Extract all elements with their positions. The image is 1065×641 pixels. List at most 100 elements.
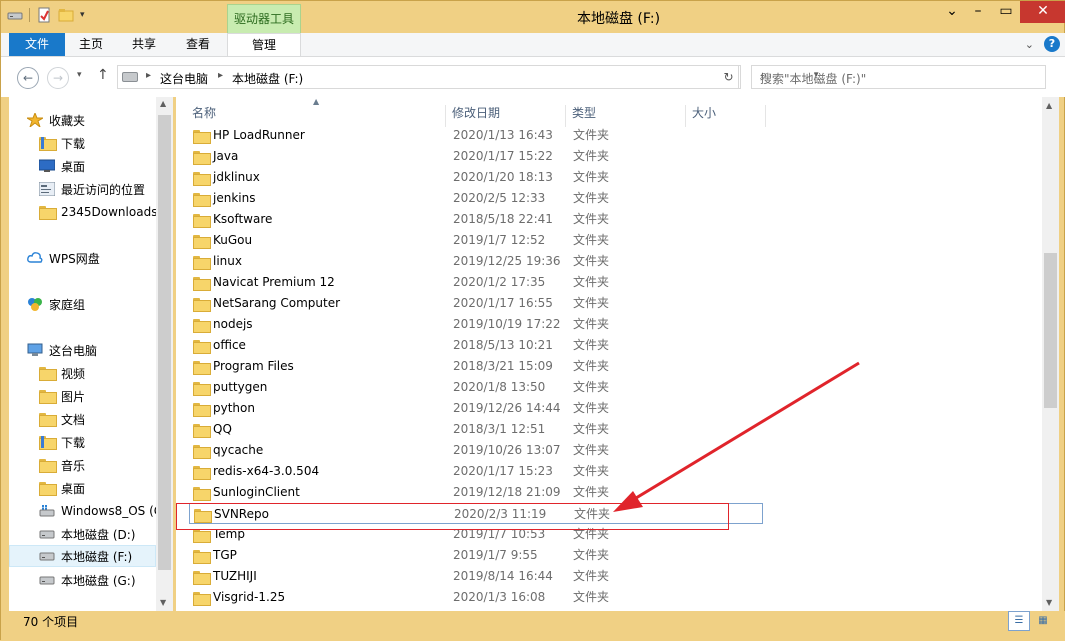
scroll-down-icon[interactable]: ▼ — [160, 598, 166, 607]
file-date: 2019/1/7 12:52 — [453, 233, 546, 247]
file-type: 文件夹 — [573, 464, 610, 478]
table-row[interactable]: Java 2020/1/17 15:22 文件夹 — [189, 146, 763, 167]
desktop-icon — [38, 159, 56, 173]
scroll-down-icon[interactable]: ▼ — [1046, 598, 1052, 607]
nav-scrollbar[interactable]: ▲ ▼ — [156, 97, 173, 611]
nav-item-music[interactable]: 音乐 — [39, 454, 173, 476]
breadcrumb-separator-icon[interactable]: ▸ — [218, 70, 223, 81]
drive-icon — [39, 549, 55, 563]
search-input[interactable]: 搜索"本地磁盘 (F:)" ⌕ — [751, 65, 1046, 89]
column-header-name[interactable]: 名称 — [186, 105, 446, 127]
table-row[interactable]: QQ 2018/3/1 12:51 文件夹 — [189, 419, 763, 440]
nav-item-favorites[interactable]: 收藏夹 — [25, 109, 173, 131]
column-header-date[interactable]: 修改日期 — [446, 105, 566, 127]
close-button[interactable]: ✕ — [1020, 1, 1065, 23]
nav-item-desktop[interactable]: 桌面 — [38, 155, 173, 177]
recent-locations-icon[interactable]: ▾ — [77, 70, 82, 80]
table-row[interactable]: python 2019/12/26 14:44 文件夹 — [189, 398, 763, 419]
back-button[interactable]: ← — [17, 67, 39, 89]
table-row[interactable]: KuGou 2019/1/7 12:52 文件夹 — [189, 230, 763, 251]
tab-view[interactable]: 查看 — [171, 33, 225, 56]
nav-item-documents[interactable]: 文档 — [39, 408, 173, 430]
file-type: 文件夹 — [573, 359, 610, 373]
table-row[interactable]: Ksoftware 2018/5/18 22:41 文件夹 — [189, 209, 763, 230]
status-bar: 70 个项目 ☰ ▦ — [1, 611, 1065, 641]
table-row[interactable]: TUZHIJI 2019/8/14 16:44 文件夹 — [189, 566, 763, 587]
file-type: 文件夹 — [573, 170, 610, 184]
nav-scroll-thumb[interactable] — [158, 115, 171, 570]
file-type: 文件夹 — [573, 317, 610, 331]
nav-item-downloads-pc[interactable]: 下载 — [39, 431, 173, 453]
nav-item-drive-g[interactable]: 本地磁盘 (G:) — [39, 569, 173, 591]
file-name: jenkins — [213, 191, 256, 205]
file-list-scroll-thumb[interactable] — [1044, 253, 1057, 408]
nav-item-recent[interactable]: 最近访问的位置 — [38, 178, 173, 200]
table-row[interactable]: puttygen 2020/1/8 13:50 文件夹 — [189, 377, 763, 398]
table-row[interactable]: nodejs 2019/10/19 17:22 文件夹 — [189, 314, 763, 335]
nav-item-drive-d[interactable]: 本地磁盘 (D:) — [39, 523, 173, 545]
file-date: 2020/2/5 12:33 — [453, 191, 546, 205]
search-icon[interactable]: ⌕ — [760, 68, 1037, 83]
scroll-up-icon[interactable]: ▲ — [160, 99, 166, 108]
chevron-down-icon[interactable]: ⌄ — [940, 1, 964, 23]
table-row[interactable]: qycache 2019/10/26 13:07 文件夹 — [189, 440, 763, 461]
folder-icon — [193, 192, 211, 207]
nav-item-downloads[interactable]: 下载 — [39, 132, 173, 154]
refresh-button[interactable]: ↻ — [717, 65, 741, 89]
table-row[interactable]: TGP 2019/1/7 9:55 文件夹 — [189, 545, 763, 566]
nav-item-desktop-pc[interactable]: 桌面 — [39, 477, 173, 499]
file-type: 文件夹 — [573, 296, 610, 310]
table-row[interactable]: Program Files 2018/3/21 15:09 文件夹 — [189, 356, 763, 377]
breadcrumb-this-pc[interactable]: 这台电脑 — [160, 70, 208, 87]
details-view-icon[interactable]: ☰ — [1008, 611, 1030, 631]
table-row[interactable]: redis-x64-3.0.504 2020/1/17 15:23 文件夹 — [189, 461, 763, 482]
nav-item-videos[interactable]: 视频 — [39, 362, 173, 384]
file-type: 文件夹 — [573, 233, 610, 247]
maximize-button[interactable]: ▭ — [992, 1, 1020, 23]
nav-item-label: 桌面 — [61, 159, 86, 174]
table-row[interactable]: jenkins 2020/2/5 12:33 文件夹 — [189, 188, 763, 209]
nav-item-this-pc[interactable]: 这台电脑 — [27, 339, 173, 361]
column-header-size[interactable]: 大小 — [686, 105, 766, 127]
tab-home[interactable]: 主页 — [65, 33, 117, 56]
nav-item-label: 视频 — [61, 366, 86, 381]
table-row[interactable]: NetSarang Computer 2020/1/17 16:55 文件夹 — [189, 293, 763, 314]
minimize-button[interactable]: – — [964, 1, 992, 23]
table-row[interactable]: Navicat Premium 12 2020/1/2 17:35 文件夹 — [189, 272, 763, 293]
nav-item-drive-f[interactable]: 本地磁盘 (F:) — [9, 545, 156, 567]
nav-item-label: 音乐 — [61, 458, 86, 473]
navigation-pane: 收藏夹 下载 桌面 最近访问的位置 2345Downloads WPS网盘 家庭… — [9, 97, 173, 611]
breadcrumb-separator-icon[interactable]: ▸ — [146, 70, 151, 81]
expand-ribbon-icon[interactable]: ⌄ — [1025, 38, 1034, 51]
tab-share[interactable]: 共享 — [117, 33, 171, 56]
address-bar[interactable]: ▸ 这台电脑 ▸ 本地磁盘 (F:) ▾ — [117, 65, 819, 89]
tab-manage[interactable]: 管理 — [227, 33, 301, 56]
help-icon[interactable]: ? — [1044, 36, 1060, 52]
tab-file[interactable]: 文件 — [9, 33, 65, 56]
forward-button[interactable]: → — [47, 67, 69, 89]
file-type: 文件夹 — [573, 422, 610, 436]
nav-item-wps-cloud[interactable]: WPS网盘 — [27, 247, 173, 269]
column-header-type[interactable]: 类型 — [566, 105, 686, 127]
table-row[interactable]: HP LoadRunner 2020/1/13 16:43 文件夹 — [189, 125, 763, 146]
nav-item-pictures[interactable]: 图片 — [39, 385, 173, 407]
file-date: 2019/12/18 21:09 — [453, 485, 561, 499]
table-row[interactable]: jdklinux 2020/1/20 18:13 文件夹 — [189, 167, 763, 188]
table-row[interactable]: linux 2019/12/25 19:36 文件夹 — [189, 251, 763, 272]
nav-item-drive-c[interactable]: Windows8_OS (C — [39, 500, 173, 522]
scroll-up-icon[interactable]: ▲ — [1046, 101, 1052, 110]
folder-icon — [193, 297, 211, 312]
breadcrumb-drive-f[interactable]: 本地磁盘 (F:) — [232, 70, 303, 87]
table-row[interactable]: office 2018/5/13 10:21 文件夹 — [189, 335, 763, 356]
file-name: redis-x64-3.0.504 — [213, 464, 320, 478]
file-list-scrollbar[interactable]: ▲ ▼ — [1042, 97, 1059, 611]
file-type: 文件夹 — [573, 548, 610, 562]
large-icons-view-icon[interactable]: ▦ — [1032, 611, 1054, 631]
nav-item-2345downloads[interactable]: 2345Downloads — [39, 201, 173, 223]
nav-item-homegroup[interactable]: 家庭组 — [27, 293, 173, 315]
file-name: Program Files — [213, 359, 294, 373]
up-button[interactable]: ↑ — [97, 67, 109, 83]
table-row[interactable]: Visgrid-1.25 2020/1/3 16:08 文件夹 — [189, 587, 763, 608]
file-type: 文件夹 — [573, 380, 610, 394]
table-row[interactable]: SunloginClient 2019/12/18 21:09 文件夹 — [189, 482, 763, 503]
